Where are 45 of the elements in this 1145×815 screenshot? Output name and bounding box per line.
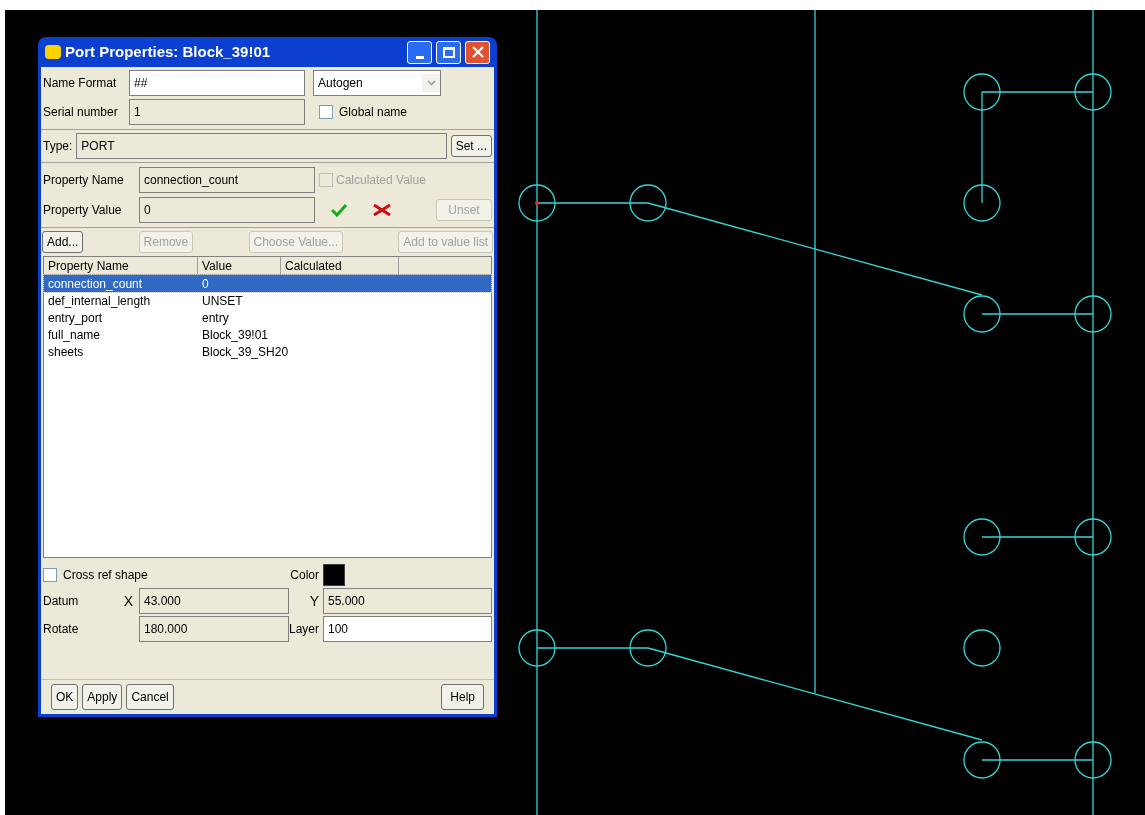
maximize-icon[interactable] (436, 40, 461, 64)
field-label: X (123, 591, 133, 611)
input-field[interactable]: ## (129, 70, 305, 96)
button[interactable]: Help (441, 684, 484, 710)
dropdown[interactable]: Autogen (313, 70, 441, 96)
field-label: Datum (43, 593, 79, 610)
field-label: Cross ref shape (63, 567, 148, 584)
table-row[interactable]: connection_count 0 (44, 275, 491, 292)
table-row[interactable]: entry_port entry (44, 309, 491, 326)
field-label: Calculated Value (336, 172, 426, 189)
field-label: Color (289, 567, 320, 584)
field-label: Name Format (43, 75, 118, 92)
button[interactable]: Cancel (126, 684, 174, 710)
close-icon[interactable] (465, 40, 490, 64)
field-label: Rotate (43, 621, 80, 638)
button[interactable]: OK (51, 684, 79, 710)
table-row[interactable]: full_name Block_39!01 (44, 326, 491, 343)
table-row[interactable]: def_internal_length UNSET (44, 292, 491, 309)
field-label: Type: (43, 138, 73, 155)
checkbox[interactable] (43, 568, 57, 582)
input-field[interactable]: 1 (129, 99, 305, 125)
cross-icon[interactable] (373, 204, 391, 216)
field-label: Property Value (43, 202, 123, 219)
input-field[interactable]: 43.000 (139, 588, 289, 614)
table-row[interactable]: sheets Block_39_SH20 (44, 343, 491, 360)
input-field[interactable]: 0 (139, 197, 315, 223)
input-field[interactable]: 55.000 (323, 588, 492, 614)
input-field[interactable]: PORT (76, 133, 447, 159)
checkmark-icon[interactable] (331, 203, 347, 217)
input-field[interactable]: 180.000 (139, 616, 289, 642)
input-field[interactable]: 100 (323, 616, 492, 642)
button[interactable]: Add... (42, 231, 84, 253)
field-label: Layer (289, 621, 321, 638)
button[interactable]: Apply (82, 684, 123, 710)
window-title: Port Properties: Block_39!01 (65, 41, 272, 62)
minimize-icon[interactable] (407, 40, 432, 64)
field-label: Y (308, 591, 320, 611)
checkbox[interactable] (319, 105, 333, 119)
button[interactable]: Set ... (450, 135, 492, 157)
field-label: Global name (339, 104, 408, 121)
field-label: Serial number (43, 104, 119, 121)
color-swatch[interactable] (323, 564, 345, 586)
caret-icon[interactable] (422, 74, 440, 92)
field-label: Property Name (43, 172, 125, 189)
input-field[interactable]: connection_count (139, 167, 315, 193)
